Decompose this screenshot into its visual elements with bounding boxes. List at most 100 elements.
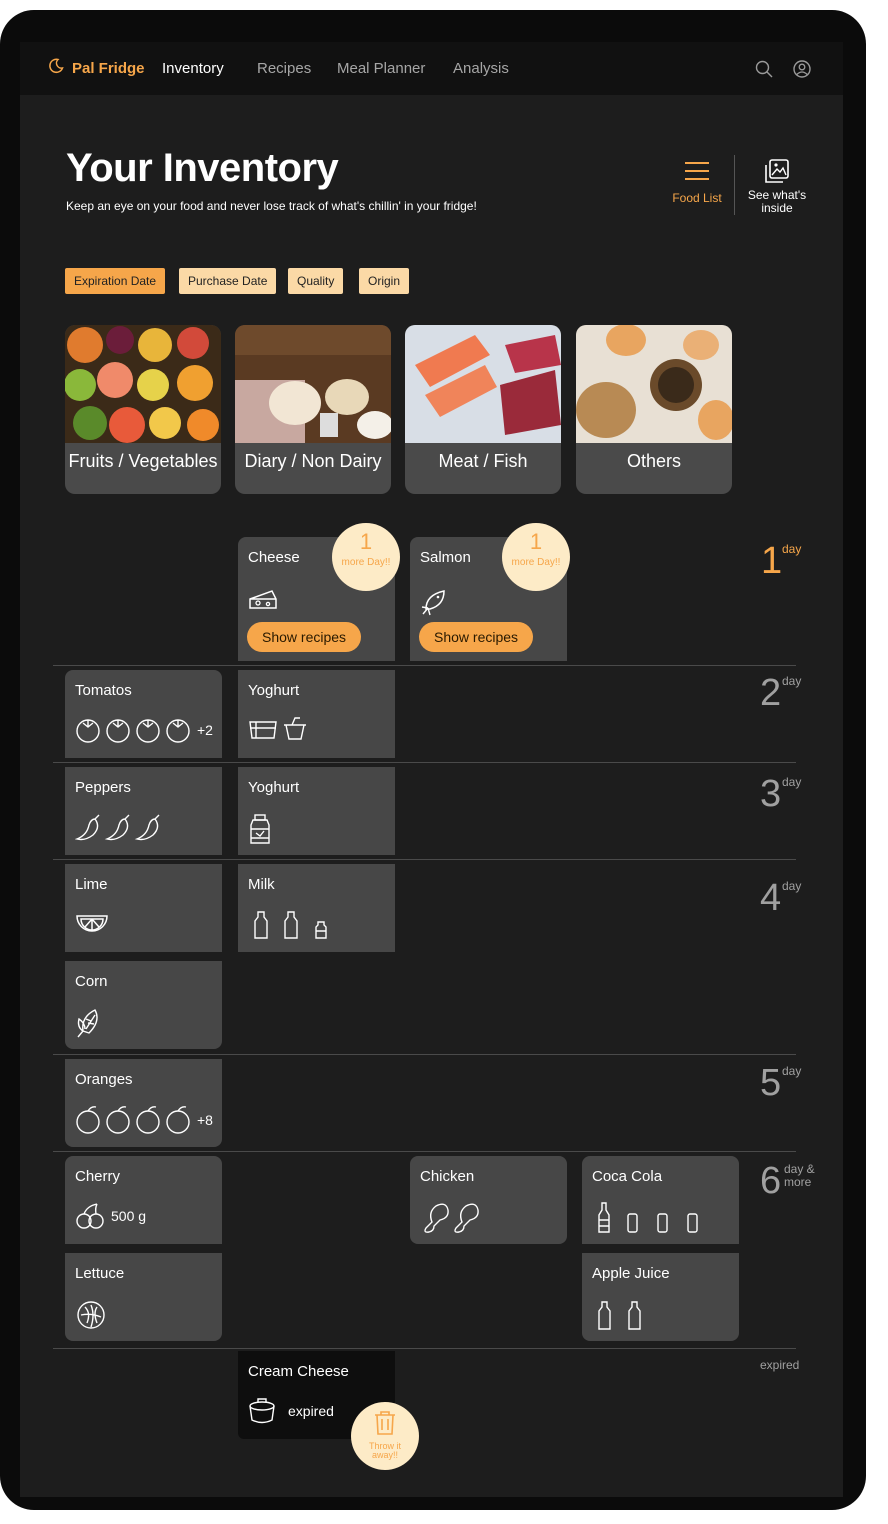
filter-quality[interactable]: Quality <box>288 268 344 294</box>
fish-icon <box>420 587 450 617</box>
item-card-oranges[interactable]: Oranges +8 <box>65 1059 222 1147</box>
filter-purchase-date[interactable]: Purchase Date <box>179 268 277 294</box>
item-card-peppers[interactable]: Peppers <box>65 767 222 855</box>
badge-number: 1 <box>529 529 543 554</box>
item-card-chicken[interactable]: Chicken <box>410 1156 567 1244</box>
brand-logo[interactable]: Pal Fridge <box>48 58 145 78</box>
row-divider <box>53 1151 796 1152</box>
item-card-coca-cola[interactable]: Coca Cola <box>582 1156 739 1244</box>
day-number: 3 <box>760 773 782 815</box>
category-meat-fish[interactable]: Meat / Fish <box>405 325 561 494</box>
orange-icon: +8 <box>75 1105 213 1135</box>
category-label: Others <box>626 451 682 471</box>
filter-expiration-date[interactable]: Expiration Date <box>65 268 166 294</box>
day-tag: day & more <box>784 1162 815 1189</box>
row-divider <box>53 665 796 666</box>
badge-number: 1 <box>359 529 373 554</box>
days-left-badge: 1 more Day!! <box>502 523 570 591</box>
day-tag: day <box>782 674 802 688</box>
moon-icon <box>48 58 64 78</box>
item-quantity: 500 g <box>111 1208 147 1224</box>
item-name: Peppers <box>75 779 131 796</box>
milk-bottle-icon <box>248 910 332 940</box>
page-subtitle: Keep an eye on your food and never lose … <box>66 199 477 213</box>
soda-bottle-icon <box>592 1202 702 1234</box>
tomato-icon: +2 <box>75 716 213 744</box>
search-icon[interactable] <box>754 59 774 79</box>
category-dairy[interactable]: Diary / Non Dairy <box>235 325 391 494</box>
page-title: Your Inventory <box>66 146 339 190</box>
expired-section-label: expired <box>760 1358 800 1372</box>
item-name: Salmon <box>420 549 471 566</box>
cheese-icon <box>248 587 278 611</box>
item-name: Corn <box>75 973 108 990</box>
item-card-apple-juice[interactable]: Apple Juice <box>582 1253 739 1341</box>
lettuce-icon <box>75 1299 107 1331</box>
meat-fish-image <box>405 325 561 443</box>
day-number: 2 <box>760 672 782 714</box>
item-card-corn[interactable]: Corn <box>65 961 222 1049</box>
row-divider <box>53 762 796 763</box>
item-name: Oranges <box>75 1071 133 1088</box>
item-name: Lime <box>75 876 108 893</box>
day-number: 6 <box>760 1160 782 1202</box>
item-name: Yoghurt <box>248 779 300 796</box>
day-tag: day <box>782 542 802 556</box>
item-name: Coca Cola <box>592 1168 663 1185</box>
food-list-button[interactable]: Food List <box>668 160 726 205</box>
hamburger-icon <box>684 162 710 185</box>
cream-cheese-tub-icon: expired <box>248 1397 334 1425</box>
category-label: Meat / Fish <box>438 451 528 471</box>
item-card-yoghurt[interactable]: Yoghurt <box>238 767 395 855</box>
extra-count: +2 <box>197 722 213 738</box>
item-card-lettuce[interactable]: Lettuce <box>65 1253 222 1341</box>
expired-status: expired <box>288 1403 334 1419</box>
item-name: Chicken <box>420 1168 475 1185</box>
show-recipes-button[interactable]: Show recipes <box>247 622 362 652</box>
day-number: 1 <box>761 540 783 582</box>
filter-origin[interactable]: Origin <box>359 268 410 294</box>
food-list-label: Food List <box>672 191 722 205</box>
item-name: Lettuce <box>75 1265 125 1282</box>
item-card-cherry[interactable]: Cherry 500 g <box>65 1156 222 1244</box>
user-icon[interactable] <box>792 59 812 79</box>
gallery-icon <box>764 159 790 187</box>
fruits-image <box>65 325 221 443</box>
item-name: Cherry <box>75 1168 121 1185</box>
throw-away-button[interactable]: Throw it away!! <box>351 1402 419 1470</box>
category-fruits-vegetables[interactable]: Fruits / Vegetables <box>65 325 221 494</box>
day-tag: day <box>782 775 802 789</box>
trash-icon <box>351 1410 419 1441</box>
item-card-milk[interactable]: Milk <box>238 864 395 952</box>
top-nav: Pal Fridge Inventory Recipes Meal Planne… <box>20 42 843 95</box>
nav-inventory[interactable]: Inventory <box>162 60 224 77</box>
row-divider <box>53 1348 796 1349</box>
category-others[interactable]: Others <box>576 325 732 494</box>
extra-count: +8 <box>197 1112 213 1128</box>
item-card-lime[interactable]: Lime <box>65 864 222 952</box>
nav-analysis[interactable]: Analysis <box>453 60 509 77</box>
day-number: 4 <box>760 877 782 919</box>
pepper-icon <box>75 813 165 843</box>
header-divider <box>734 155 735 215</box>
show-recipes-button[interactable]: Show recipes <box>419 622 534 652</box>
day-number: 5 <box>760 1062 782 1104</box>
others-image <box>576 325 732 443</box>
item-name: Cream Cheese <box>248 1363 349 1380</box>
item-card-tomatos[interactable]: Tomatos +2 <box>65 670 222 758</box>
yoghurt-cup-icon <box>248 716 308 742</box>
item-name: Tomatos <box>75 682 132 699</box>
corn-icon <box>75 1007 105 1039</box>
day-tag: day <box>782 879 802 893</box>
item-name: Yoghurt <box>248 682 300 699</box>
chicken-leg-icon <box>420 1202 482 1234</box>
days-left-badge: 1 more Day!! <box>332 523 400 591</box>
see-inside-button[interactable]: See what's inside <box>742 158 812 215</box>
row-divider <box>53 859 796 860</box>
nav-meal-planner[interactable]: Meal Planner <box>337 60 425 77</box>
brand-name: Pal Fridge <box>72 59 145 77</box>
category-label: Diary / Non Dairy <box>244 451 382 471</box>
item-card-yoghurt[interactable]: Yoghurt <box>238 670 395 758</box>
app-screen: Pal Fridge Inventory Recipes Meal Planne… <box>20 42 843 1497</box>
nav-recipes[interactable]: Recipes <box>257 60 311 77</box>
